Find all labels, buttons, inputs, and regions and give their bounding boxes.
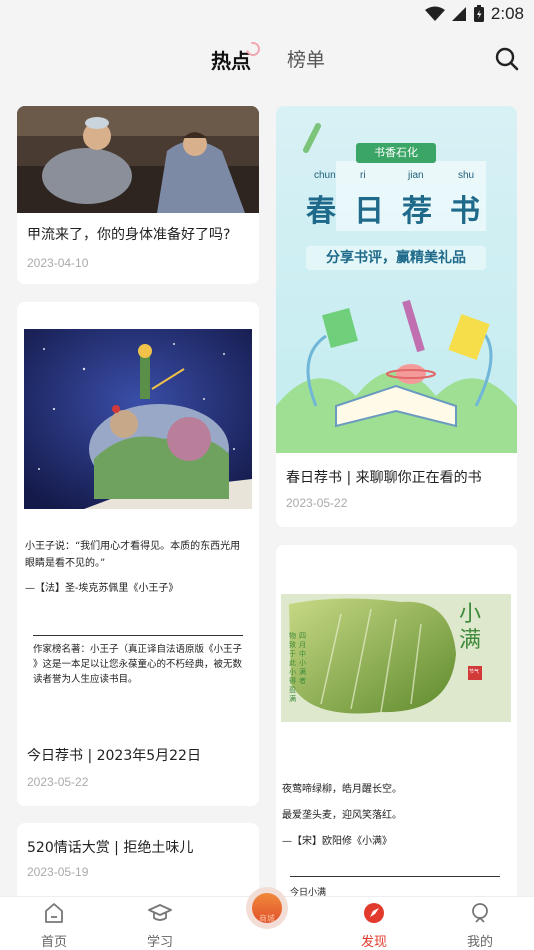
nav-profile[interactable]: 我的 — [440, 901, 520, 950]
book-note: 作家榜名著：小王子（真正译自法语原版《小王子 》这是一本足以让您永葆童心的不朽经… — [33, 644, 243, 685]
user-icon — [472, 903, 488, 923]
signal-icon — [451, 7, 466, 21]
poster-slogan: 分享书评，赢精美礼品 — [306, 246, 486, 270]
poster-seal: 节气 — [469, 669, 480, 675]
compass-icon — [364, 903, 384, 923]
card-title: 520情话大赏 | 拒绝土味儿 — [27, 840, 194, 856]
bottom-nav: 首页 学习 商城 发现 我的 — [0, 887, 534, 950]
nav-label: 学习 — [146, 935, 173, 950]
divider — [33, 635, 243, 636]
nav-label: 我的 — [466, 935, 493, 950]
home-icon — [45, 903, 63, 923]
nav-discover[interactable]: 发现 — [334, 901, 414, 950]
battery-icon — [473, 5, 484, 22]
article-card-little-prince[interactable]: 小王子说：“我们用心才看得见。本质的东西光用 眼睛是看不见的。” —【法】圣-埃… — [17, 302, 259, 806]
status-time: 2:08 — [490, 4, 524, 23]
mall-label: 商城 — [259, 914, 275, 923]
poster-badge: 书香石化 — [356, 143, 436, 163]
graduation-cap-icon — [148, 904, 172, 921]
article-card-520[interactable]: 520情话大赏 | 拒绝土味儿 2023-05-19 — [17, 823, 259, 903]
nav-study[interactable]: 学习 — [120, 901, 200, 950]
nav-label: 发现 — [360, 935, 387, 950]
poster-title: 春 日 荐 书 — [306, 194, 480, 229]
card-date: 2023-04-10 — [27, 256, 89, 270]
tab-ranking[interactable]: 榜单 — [287, 45, 325, 72]
card-date: 2023-05-22 — [27, 775, 89, 789]
card-image — [24, 329, 252, 509]
divider — [290, 876, 500, 877]
nav-home[interactable]: 首页 — [14, 901, 94, 950]
status-bar: 2:08 — [0, 0, 534, 30]
card-image — [17, 106, 259, 213]
card-title: 甲流来了，你的身体准备好了吗? — [27, 227, 231, 243]
status-icons: 2:08 — [424, 4, 524, 24]
article-card-spring-books[interactable]: 书香石化 chun ri jian shu 春 日 荐 书 分享书评，赢精美礼品… — [276, 106, 517, 527]
card-title: 今日荐书 | 2023年5月22日 — [27, 748, 201, 764]
card-title: 春日荐书 | 来聊聊你正在看的书 — [286, 470, 482, 486]
quote-text: 小王子说：“我们用心才看得见。本质的东西光用 眼睛是看不见的。” —【法】圣-埃… — [25, 541, 241, 594]
poster-image: 书香石化 chun ri jian shu 春 日 荐 书 分享书评，赢精美礼品 — [276, 106, 517, 453]
poster-vertical-text: 物致于此小得盈满 四月中小满者 — [289, 632, 306, 703]
poem-text: 夜莺啼绿柳，皓月醒长空。 最爱垄头麦，迎风笑落红。 —【宋】欧阳修《小满》 — [282, 784, 402, 847]
top-nav: 热点 榜单 — [0, 36, 534, 80]
card-date: 2023-05-19 — [27, 865, 89, 879]
poster-image: 小满 节气 物致于此小得盈满 四月中小满者 — [281, 594, 511, 722]
search-icon[interactable] — [494, 46, 520, 72]
article-card-xiaoman[interactable]: 小满 节气 物致于此小得盈满 四月中小满者 夜莺啼绿柳，皓月醒长空。 最爱垄头麦… — [276, 545, 517, 905]
wifi-icon — [424, 6, 445, 21]
poster-big-text: 小满 — [459, 602, 482, 653]
poster-pinyin-row: chun ri jian shu — [314, 170, 475, 181]
card-date: 2023-05-22 — [286, 496, 348, 510]
mall-button[interactable]: 商城 — [246, 887, 288, 929]
nav-label: 首页 — [40, 935, 67, 950]
article-card-flu[interactable]: 甲流来了，你的身体准备好了吗? 2023-04-10 — [17, 106, 259, 284]
